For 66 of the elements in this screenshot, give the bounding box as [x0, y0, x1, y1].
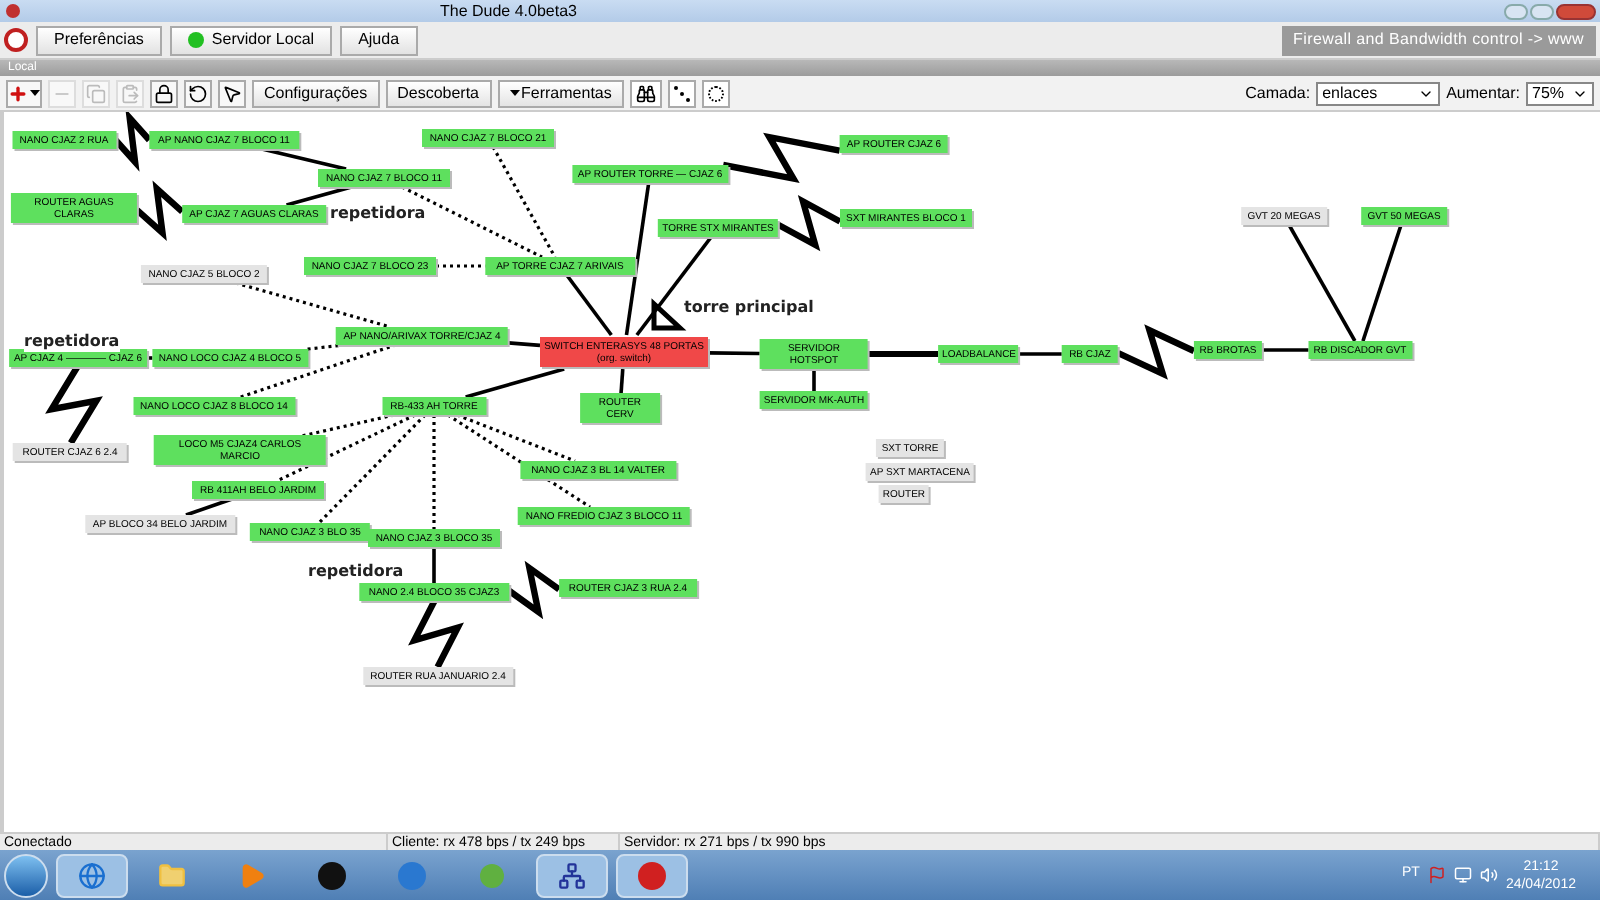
cable-line: [565, 273, 613, 337]
annotation-text: repetidora: [308, 562, 404, 582]
zigzag-line: [722, 132, 841, 183]
cable-line: [1287, 224, 1357, 342]
cable-line: [868, 351, 939, 357]
dotted-line: [432, 415, 436, 529]
app-icon: [6, 4, 20, 18]
cable-line: [1361, 224, 1403, 342]
layer-label: Camada:: [1245, 81, 1311, 105]
paste-icon: [120, 83, 140, 103]
monitor-tray-icon[interactable]: [1453, 866, 1472, 884]
dotted-line: [436, 264, 486, 268]
round-taskbar-icon[interactable]: [616, 853, 688, 897]
menu-button[interactable]: Ajuda: [340, 25, 418, 55]
browser-taskbar-icon[interactable]: [56, 853, 128, 897]
triangle-icon: [651, 298, 687, 331]
dotted-diagonal-icon: [673, 85, 690, 101]
annotation-text: repetidora: [330, 204, 426, 224]
zigzag-line: [113, 112, 152, 172]
pointer-icon: [222, 83, 242, 103]
toolbar-button[interactable]: Ferramentas: [497, 79, 624, 107]
cable-line: [185, 497, 233, 517]
menu-button[interactable]: Preferências: [36, 25, 162, 55]
zigzag-line: [776, 195, 842, 252]
toolbar-button[interactable]: Descoberta: [385, 79, 492, 107]
lock-tool-button[interactable]: [150, 79, 178, 107]
zigzag-line: [45, 365, 103, 445]
binoculars-icon: [635, 83, 656, 103]
binoculars-button[interactable]: [629, 79, 662, 107]
cable-line: [708, 351, 760, 356]
zigzag-line: [506, 560, 561, 620]
annotation-text: repetidora: [24, 332, 120, 352]
undo-tool-button[interactable]: [184, 79, 212, 107]
menu-button[interactable]: Servidor Local: [169, 25, 333, 55]
caret-icon: [30, 90, 40, 96]
close-button[interactable]: [1556, 3, 1596, 19]
add-tool-button[interactable]: [6, 79, 42, 107]
zoom-label: Aumentar:: [1446, 81, 1520, 105]
start-button[interactable]: [4, 853, 48, 897]
cable-line: [261, 147, 347, 171]
lock-icon: [154, 83, 174, 103]
speaker-tray-icon[interactable]: [1479, 866, 1498, 884]
caret-icon: [509, 90, 520, 96]
disconnect-icon[interactable]: [4, 28, 28, 52]
cable-line: [286, 185, 352, 207]
zigzag-line: [408, 599, 464, 669]
network-taskbar-icon[interactable]: [536, 853, 608, 897]
cable-line: [432, 547, 436, 583]
cable-line: [1017, 352, 1062, 356]
dotted-circle-button[interactable]: [701, 79, 730, 107]
annotation-text: torre principal: [684, 298, 814, 318]
window-title: The Dude 4.0beta3: [440, 1, 577, 21]
copy-icon: [86, 83, 106, 103]
undo-icon: [188, 83, 208, 103]
layer-select[interactable]: enlaces: [1316, 81, 1441, 105]
zigzag-line: [1116, 324, 1196, 380]
cable-line: [465, 367, 565, 399]
zigzag-line: [134, 180, 185, 242]
banner-text: Firewall and Bandwidth control -> www: [1281, 25, 1596, 55]
cable-line: [1262, 348, 1309, 352]
pointer-tool-button[interactable]: [218, 79, 246, 107]
toolbar-button[interactable]: Configurações: [252, 79, 380, 107]
dotted-diagonal-button[interactable]: [667, 79, 696, 107]
cable-line: [508, 341, 541, 348]
add-icon: [8, 83, 28, 103]
zoom-select[interactable]: 75%: [1526, 81, 1594, 105]
